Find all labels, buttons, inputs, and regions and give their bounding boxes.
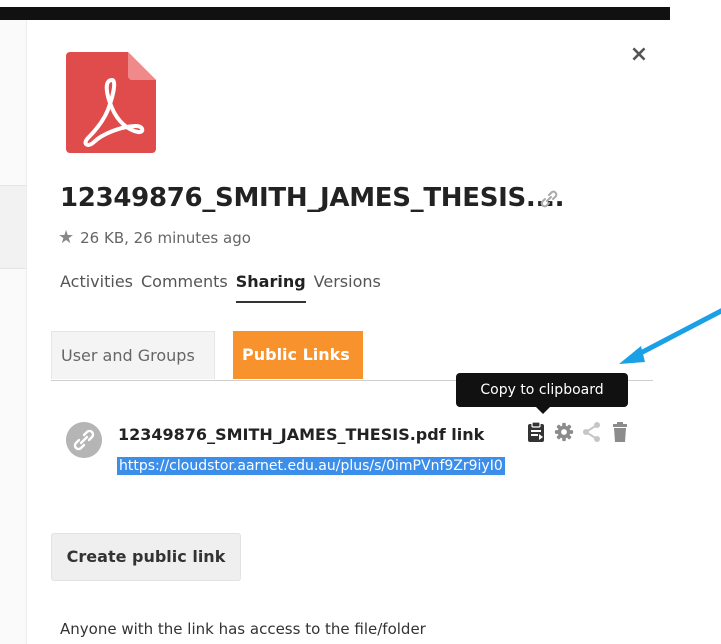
file-name: 12349876_SMITH_JAMES_THESIS....	[60, 183, 565, 213]
public-link-note: Anyone with the link has access to the f…	[60, 620, 426, 638]
tab-sharing[interactable]: Sharing	[235, 272, 306, 303]
file-meta-text: 26 KB, 26 minutes ago	[80, 229, 251, 247]
copy-tooltip: Copy to clipboard	[456, 373, 628, 414]
create-public-link-button[interactable]: Create public link	[51, 533, 241, 581]
public-link-actions	[526, 421, 630, 443]
link-icon[interactable]	[538, 188, 560, 210]
file-meta: ★ 26 KB, 26 minutes ago	[58, 229, 251, 248]
tab-activities[interactable]: Activities	[60, 272, 133, 303]
share-icon[interactable]	[582, 421, 602, 443]
public-link-url[interactable]: https://cloudstor.aarnet.edu.au/plus/s/0…	[117, 457, 505, 475]
tab-versions[interactable]: Versions	[314, 272, 381, 303]
tab-user-and-groups[interactable]: User and Groups	[51, 331, 215, 379]
top-bar	[0, 7, 670, 20]
left-panel	[0, 20, 27, 644]
left-panel-row[interactable]	[0, 185, 26, 269]
tab-comments[interactable]: Comments	[141, 272, 228, 303]
clipboard-icon[interactable]	[526, 421, 546, 443]
public-link-avatar-icon	[66, 422, 102, 458]
pdf-file-icon	[66, 52, 156, 153]
public-link-name: 12349876_SMITH_JAMES_THESIS.pdf link	[118, 425, 485, 444]
star-icon[interactable]: ★	[58, 229, 74, 247]
detail-tabs: Activities Comments Sharing Versions	[60, 272, 381, 303]
tab-public-links[interactable]: Public Links	[233, 331, 363, 379]
close-button[interactable]: ×	[626, 42, 652, 68]
gear-icon[interactable]	[554, 421, 574, 443]
annotation-arrow	[619, 308, 721, 364]
trash-icon[interactable]	[610, 421, 630, 443]
